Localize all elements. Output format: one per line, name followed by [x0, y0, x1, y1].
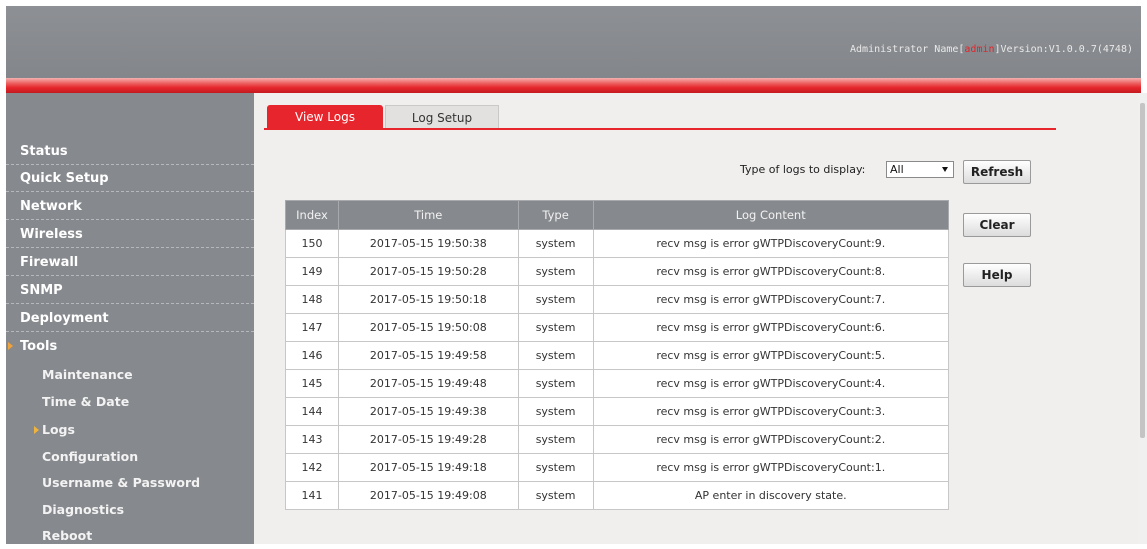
cell-log-content: recv msg is error gWTPDiscoveryCount:2. — [592, 425, 950, 454]
log-type-select[interactable]: All — [886, 161, 954, 178]
sidebar-sub-logs-label: Logs — [42, 422, 75, 437]
cell-type: system — [517, 285, 594, 314]
cell-type: system — [517, 313, 594, 342]
table-row: 148 2017-05-15 19:50:18 system recv msg … — [285, 285, 950, 314]
admin-name-prefix: Administrator Name[ — [850, 44, 965, 55]
cell-type: system — [517, 257, 594, 286]
cell-log-content: recv msg is error gWTPDiscoveryCount:9. — [592, 229, 950, 258]
table-row: 144 2017-05-15 19:49:38 system recv msg … — [285, 397, 950, 426]
sidebar-item-network[interactable]: Network — [6, 193, 254, 220]
sidebar-item-tools-label: Tools — [20, 339, 58, 354]
sidebar-item-firewall[interactable]: Firewall — [6, 249, 254, 276]
column-header-log-content: Log Content — [592, 200, 950, 230]
table-row: 145 2017-05-15 19:49:48 system recv msg … — [285, 369, 950, 398]
tab-view-logs[interactable]: View Logs — [267, 105, 383, 129]
log-type-label: Type of logs to display: — [740, 163, 866, 176]
table-row: 143 2017-05-15 19:49:28 system recv msg … — [285, 425, 950, 454]
cell-type: system — [517, 341, 594, 370]
table-row: 150 2017-05-15 19:50:38 system recv msg … — [285, 229, 950, 258]
sidebar-sub-configuration[interactable]: Configuration — [6, 444, 254, 470]
table-row: 147 2017-05-15 19:50:08 system recv msg … — [285, 313, 950, 342]
log-type-selected-value: All — [890, 163, 904, 176]
cell-type: system — [517, 425, 594, 454]
cell-log-content: recv msg is error gWTPDiscoveryCount:8. — [592, 257, 950, 286]
table-row: 141 2017-05-15 19:49:08 system AP enter … — [285, 481, 950, 510]
sidebar-item-snmp[interactable]: SNMP — [6, 277, 254, 304]
cell-index: 146 — [285, 341, 339, 370]
cell-index: 143 — [285, 425, 339, 454]
sidebar-sub-diagnostics[interactable]: Diagnostics — [6, 497, 254, 523]
cell-index: 149 — [285, 257, 339, 286]
active-arrow-icon — [34, 426, 39, 434]
version-text: ]Version:V1.0.0.7(4748) — [994, 44, 1133, 55]
cell-type: system — [517, 369, 594, 398]
sidebar-item-status[interactable]: Status — [6, 138, 254, 165]
vertical-scrollbar[interactable] — [1138, 93, 1147, 544]
cell-type: system — [517, 397, 594, 426]
cell-log-content: recv msg is error gWTPDiscoveryCount:7. — [592, 285, 950, 314]
help-button[interactable]: Help — [963, 263, 1031, 287]
dropdown-arrow-icon — [942, 167, 948, 172]
sidebar-sub-username-password[interactable]: Username & Password — [6, 470, 254, 496]
clear-button[interactable]: Clear — [963, 213, 1031, 237]
cell-type: system — [517, 481, 594, 510]
sidebar-item-quick-setup[interactable]: Quick Setup — [6, 165, 254, 192]
sidebar: Status Quick Setup Network Wireless Fire… — [6, 93, 254, 544]
cell-time: 2017-05-15 19:49:28 — [337, 425, 519, 454]
tab-underline — [264, 128, 1056, 130]
sidebar-sub-logs[interactable]: Logs — [6, 417, 254, 443]
cell-log-content: recv msg is error gWTPDiscoveryCount:4. — [592, 369, 950, 398]
top-header: Administrator Name[admin]Version:V1.0.0.… — [6, 6, 1141, 78]
cell-index: 141 — [285, 481, 339, 510]
cell-index: 147 — [285, 313, 339, 342]
cell-time: 2017-05-15 19:49:18 — [337, 453, 519, 482]
main-content: View Logs Log Setup Type of logs to disp… — [254, 93, 1141, 544]
column-header-time: Time — [337, 200, 519, 230]
cell-index: 150 — [285, 229, 339, 258]
cell-type: system — [517, 229, 594, 258]
sidebar-item-deployment[interactable]: Deployment — [6, 305, 254, 332]
cell-index: 144 — [285, 397, 339, 426]
admin-version-info: Administrator Name[admin]Version:V1.0.0.… — [850, 44, 1133, 55]
cell-index: 142 — [285, 453, 339, 482]
cell-time: 2017-05-15 19:49:38 — [337, 397, 519, 426]
table-header-row: Index Time Type Log Content — [285, 200, 950, 230]
table-row: 149 2017-05-15 19:50:28 system recv msg … — [285, 257, 950, 286]
table-row: 142 2017-05-15 19:49:18 system recv msg … — [285, 453, 950, 482]
cell-time: 2017-05-15 19:50:28 — [337, 257, 519, 286]
sidebar-sub-time-date[interactable]: Time & Date — [6, 389, 254, 415]
tab-log-setup[interactable]: Log Setup — [385, 105, 499, 129]
scrollbar-thumb[interactable] — [1140, 103, 1145, 438]
cell-log-content: AP enter in discovery state. — [592, 481, 950, 510]
table-row: 146 2017-05-15 19:49:58 system recv msg … — [285, 341, 950, 370]
cell-index: 145 — [285, 369, 339, 398]
cell-type: system — [517, 453, 594, 482]
admin-name: admin — [964, 44, 995, 55]
log-table: Index Time Type Log Content 150 2017-05-… — [285, 200, 950, 510]
cell-log-content: recv msg is error gWTPDiscoveryCount:1. — [592, 453, 950, 482]
cell-time: 2017-05-15 19:50:18 — [337, 285, 519, 314]
sidebar-sub-reboot[interactable]: Reboot — [6, 523, 254, 549]
sidebar-sub-maintenance[interactable]: Maintenance — [6, 362, 254, 388]
cell-time: 2017-05-15 19:49:08 — [337, 481, 519, 510]
sidebar-item-wireless[interactable]: Wireless — [6, 221, 254, 248]
cell-time: 2017-05-15 19:50:08 — [337, 313, 519, 342]
expanded-arrow-icon — [8, 342, 13, 350]
cell-index: 148 — [285, 285, 339, 314]
column-header-type: Type — [517, 200, 594, 230]
cell-time: 2017-05-15 19:49:48 — [337, 369, 519, 398]
cell-log-content: recv msg is error gWTPDiscoveryCount:3. — [592, 397, 950, 426]
cell-log-content: recv msg is error gWTPDiscoveryCount:6. — [592, 313, 950, 342]
sidebar-item-tools[interactable]: Tools — [6, 333, 254, 360]
header-red-bar — [6, 78, 1141, 93]
cell-time: 2017-05-15 19:49:58 — [337, 341, 519, 370]
column-header-index: Index — [285, 200, 339, 230]
cell-time: 2017-05-15 19:50:38 — [337, 229, 519, 258]
refresh-button[interactable]: Refresh — [963, 160, 1031, 184]
cell-log-content: recv msg is error gWTPDiscoveryCount:5. — [592, 341, 950, 370]
